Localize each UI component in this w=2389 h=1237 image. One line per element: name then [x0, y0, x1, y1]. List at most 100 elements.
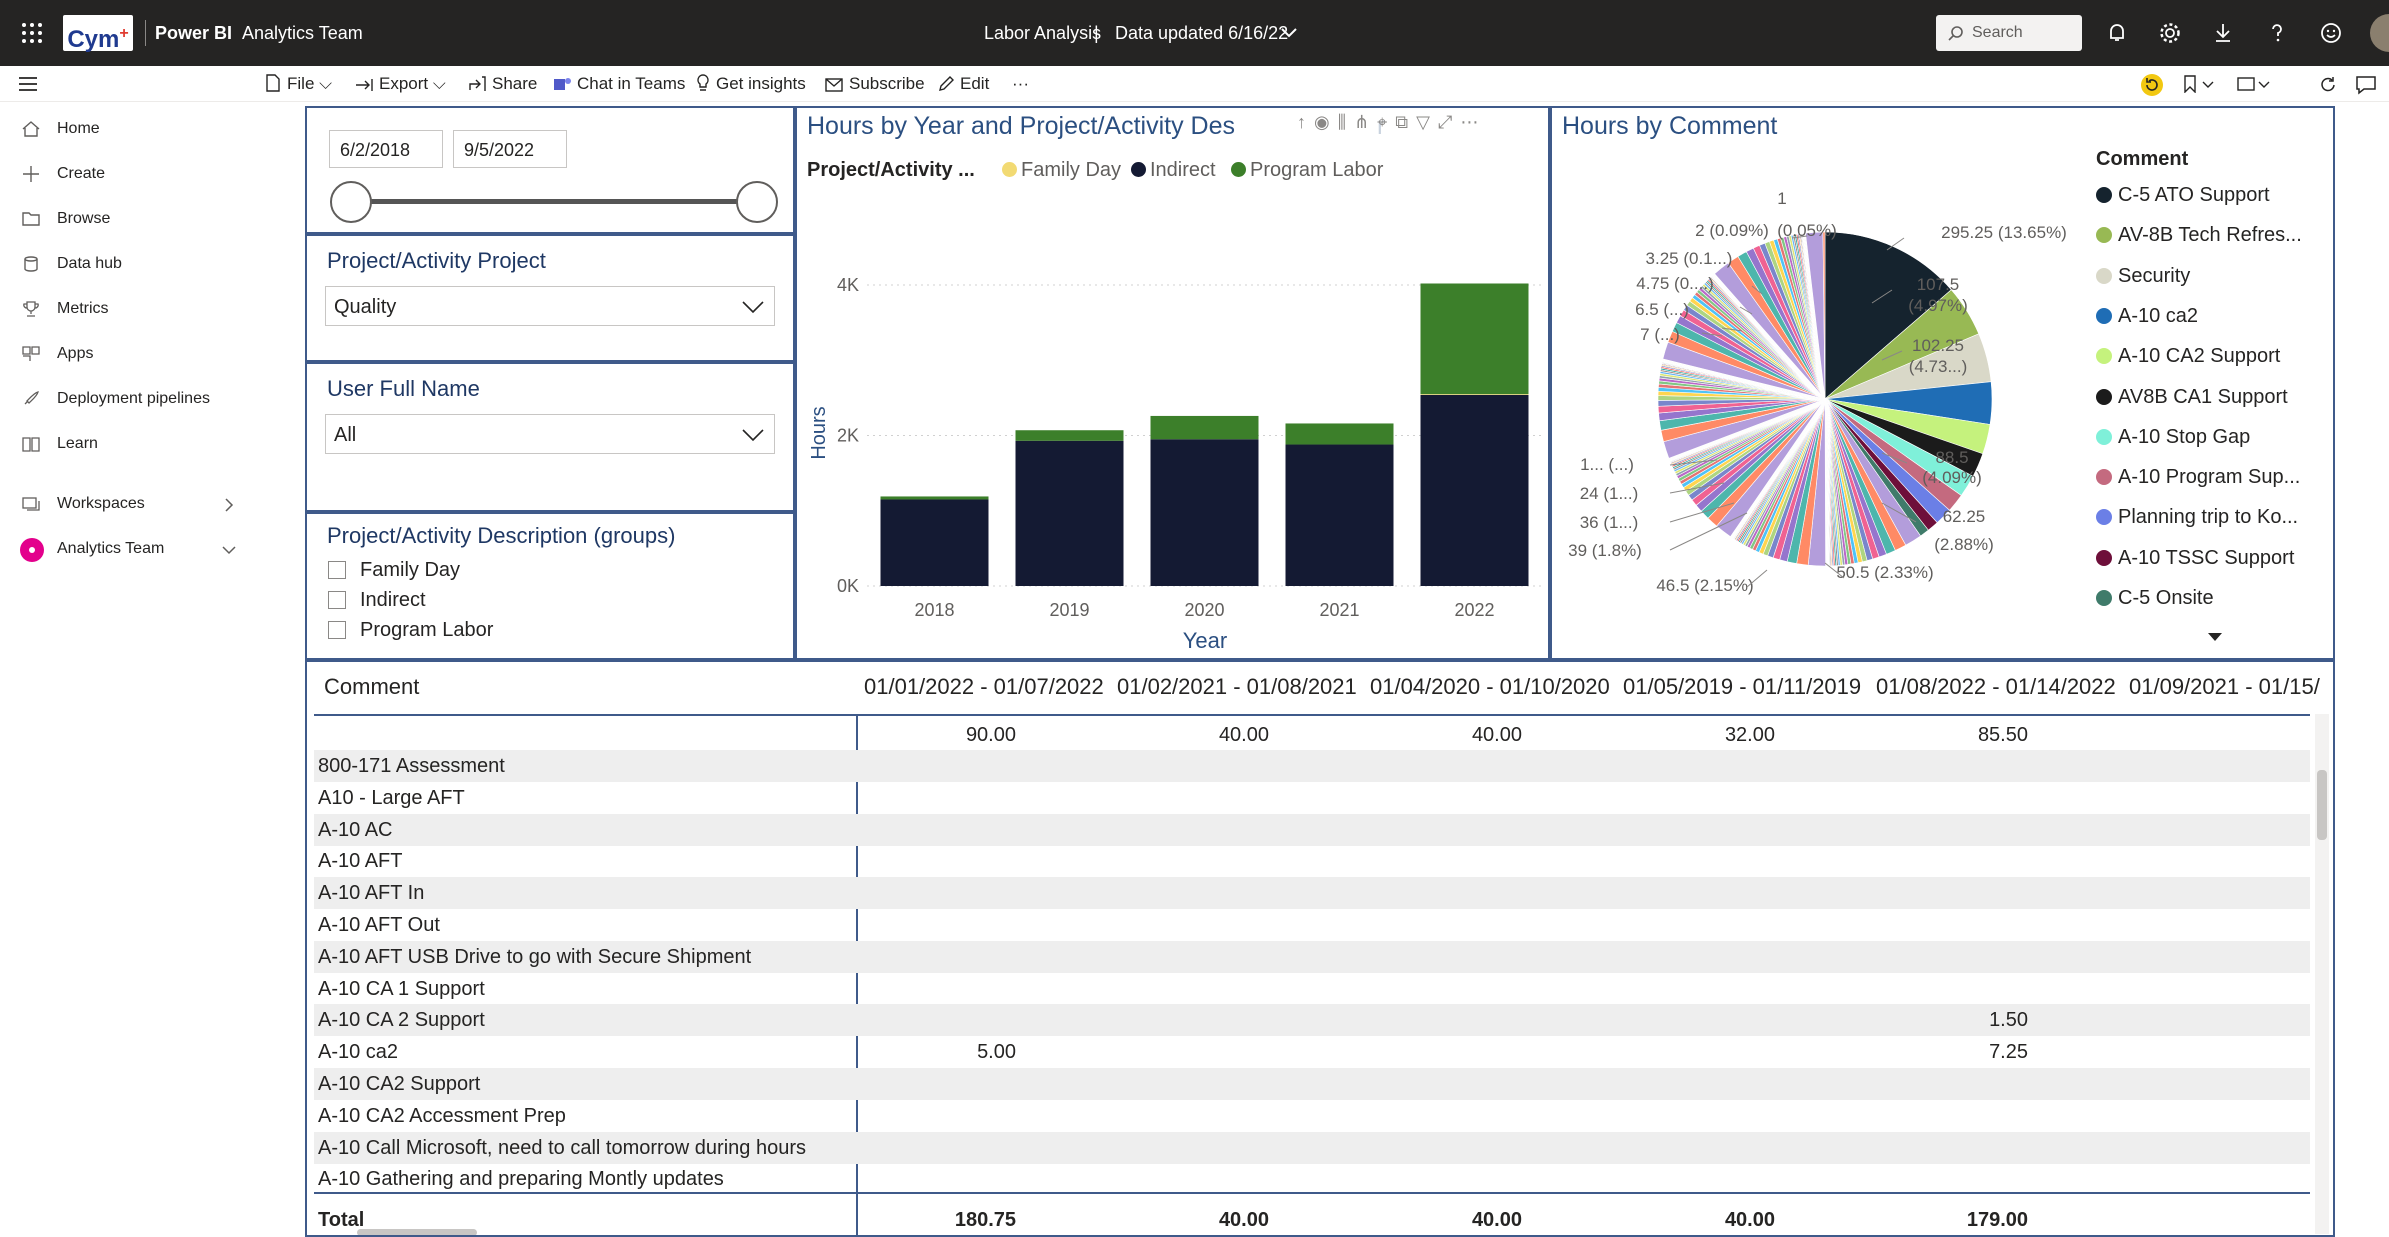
column-header[interactable]: 01/05/2019 - 01/11/2019 — [1623, 674, 1861, 700]
nav-item-apps[interactable]: Apps — [0, 334, 258, 374]
checkbox-indirect[interactable]: Indirect — [328, 588, 426, 612]
bar-segment[interactable] — [1285, 444, 1394, 586]
column-header[interactable]: 01/04/2020 - 01/10/2020 — [1370, 674, 1610, 700]
table-row[interactable]: A-10 AFT Out — [314, 909, 2310, 941]
workspace-name[interactable]: Analytics Team — [242, 0, 363, 66]
export-menu[interactable]: Export ⌵ — [355, 66, 446, 102]
bar-segment[interactable] — [1015, 440, 1124, 586]
hamburger-menu-icon[interactable] — [18, 76, 38, 92]
subscribe-button[interactable]: Subscribe — [825, 66, 925, 102]
nav-item-data-hub[interactable]: Data hub — [0, 244, 258, 284]
end-date-input[interactable]: 9/5/2022 — [453, 130, 567, 168]
bar-segment[interactable] — [1150, 439, 1259, 586]
pie-legend-item[interactable]: C-5 Onsite — [2096, 587, 2214, 610]
table-row[interactable]: A-10 Call Microsoft, need to call tomorr… — [314, 1131, 2310, 1164]
share-button[interactable]: Share — [468, 66, 537, 102]
bar-segment[interactable] — [880, 499, 989, 586]
pie-legend-item[interactable]: AV8B CA1 Support — [2096, 386, 2288, 409]
nav-item-metrics[interactable]: Metrics — [0, 289, 258, 329]
pie-legend-item[interactable]: A-10 ca2 — [2096, 305, 2198, 328]
help-icon[interactable] — [2264, 20, 2290, 46]
pie-legend-item[interactable]: A-10 TSSC Support — [2096, 547, 2294, 570]
start-date-input[interactable]: 6/2/2018 — [329, 130, 443, 168]
pie-legend-item[interactable]: A-10 CA2 Support — [2096, 345, 2280, 368]
comment-icon[interactable] — [2355, 75, 2377, 95]
column-header-comment[interactable]: Comment — [324, 674, 419, 700]
refresh-icon[interactable] — [2318, 75, 2338, 95]
checkbox-family-day[interactable]: Family Day — [328, 558, 460, 582]
legend-scroll-down-icon[interactable] — [2207, 632, 2223, 642]
user-avatar[interactable] — [2370, 14, 2389, 52]
value-cell — [1129, 845, 1269, 877]
table-row[interactable]: A10 - Large AFT — [314, 782, 2310, 814]
table-row[interactable]: A-10 AFT — [314, 845, 2310, 877]
product-name[interactable]: Power BI — [155, 0, 232, 66]
column-header[interactable]: 01/02/2021 - 01/08/2021 — [1117, 674, 1357, 700]
download-icon[interactable] — [2210, 20, 2236, 46]
column-header[interactable]: 01/09/2021 - 01/15/ — [2129, 674, 2320, 700]
table-row[interactable]: A-10 AFT In — [314, 877, 2310, 910]
bar-segment[interactable] — [1420, 394, 1529, 395]
view-icon[interactable] — [2237, 75, 2273, 93]
search-input[interactable]: Search — [1936, 15, 2082, 51]
data-updated[interactable]: Data updated 6/16/22 — [1115, 0, 1288, 66]
vertical-scroll-thumb[interactable] — [2317, 770, 2327, 840]
column-header[interactable]: 01/08/2022 - 01/14/2022 — [1876, 674, 2116, 700]
end-date-handle[interactable] — [736, 181, 778, 223]
chat-in-teams-button[interactable]: Chat in Teams — [553, 66, 685, 102]
feedback-smiley-icon[interactable] — [2318, 20, 2344, 46]
bookmark-icon[interactable] — [2183, 75, 2217, 93]
bar-segment[interactable] — [1420, 394, 1529, 586]
x-tick-label: 2020 — [1184, 600, 1224, 620]
blank-row[interactable]: 90.00 40.00 40.00 32.00 85.50 — [314, 719, 2310, 751]
checkbox-program-labor[interactable]: Program Labor — [328, 618, 493, 642]
edit-button[interactable]: Edit — [938, 66, 989, 102]
pie-legend-item[interactable]: C-5 ATO Support — [2096, 184, 2270, 207]
table-row[interactable]: A-10 AC — [314, 813, 2310, 846]
table-row[interactable]: 800-171 Assessment — [314, 750, 2310, 782]
nav-item-analytics-team[interactable]: Analytics Team — [0, 529, 258, 569]
table-row[interactable]: A-10 CA 1 Support — [314, 973, 2310, 1005]
bar-segment[interactable] — [880, 496, 989, 500]
nav-item-deployment-pipelines[interactable]: Deployment pipelines — [0, 379, 258, 419]
bar-segment[interactable] — [1015, 430, 1124, 441]
table-row[interactable]: A-10 ca2 5.00 7.25 — [314, 1036, 2310, 1068]
pie-legend-item[interactable]: AV-8B Tech Refres... — [2096, 224, 2302, 247]
chevron-down-icon[interactable] — [1281, 27, 1297, 39]
start-date-handle[interactable] — [330, 181, 372, 223]
horizontal-scroll-thumb[interactable] — [357, 1229, 477, 1235]
table-row[interactable]: A-10 CA2 Accessment Prep — [314, 1100, 2310, 1132]
table-row[interactable]: A-10 Gathering and preparing Montly upda… — [314, 1163, 2310, 1195]
file-menu[interactable]: File ⌵ — [265, 66, 332, 102]
bar-segment[interactable] — [1150, 415, 1259, 440]
app-launcher-icon[interactable] — [20, 21, 44, 45]
teams-icon — [554, 78, 571, 90]
more-options-button[interactable]: ··· — [1012, 66, 1029, 102]
notifications-icon[interactable] — [2104, 20, 2130, 46]
nav-item-home[interactable]: Home — [0, 109, 258, 149]
bar-segment[interactable] — [1285, 423, 1394, 445]
pie-legend-item[interactable]: A-10 Stop Gap — [2096, 426, 2250, 449]
project-dropdown[interactable]: Quality — [325, 286, 775, 326]
get-insights-button[interactable]: Get insights — [696, 66, 806, 102]
table-row[interactable]: A-10 CA 2 Support 1.50 — [314, 1004, 2310, 1037]
nav-item-create[interactable]: Create — [0, 154, 258, 194]
horizontal-scrollbar[interactable] — [317, 1228, 2307, 1235]
reset-icon[interactable] — [2140, 73, 2164, 97]
pie-legend-item[interactable]: Planning trip to Ko... — [2096, 506, 2298, 529]
nav-item-workspaces[interactable]: Workspaces — [0, 484, 258, 524]
table-row[interactable]: A-10 CA2 Support — [314, 1068, 2310, 1100]
table-row[interactable]: A-10 AFT USB Drive to go with Secure Shi… — [314, 940, 2310, 973]
value-cell — [2141, 973, 2281, 1005]
pie-legend-item[interactable]: A-10 Program Sup... — [2096, 466, 2300, 489]
row-label: A-10 Gathering and preparing Montly upda… — [318, 1168, 724, 1191]
vertical-scrollbar[interactable] — [2315, 714, 2329, 1234]
nav-item-learn[interactable]: Learn — [0, 424, 258, 464]
settings-gear-icon[interactable] — [2157, 20, 2183, 46]
user-dropdown[interactable]: All — [325, 414, 775, 454]
column-header[interactable]: 01/01/2022 - 01/07/2022 — [864, 674, 1104, 700]
bar-segment[interactable] — [1420, 283, 1529, 395]
value-cell — [2141, 1068, 2281, 1100]
nav-item-browse[interactable]: Browse — [0, 199, 258, 239]
pie-legend-item[interactable]: Security — [2096, 265, 2190, 288]
